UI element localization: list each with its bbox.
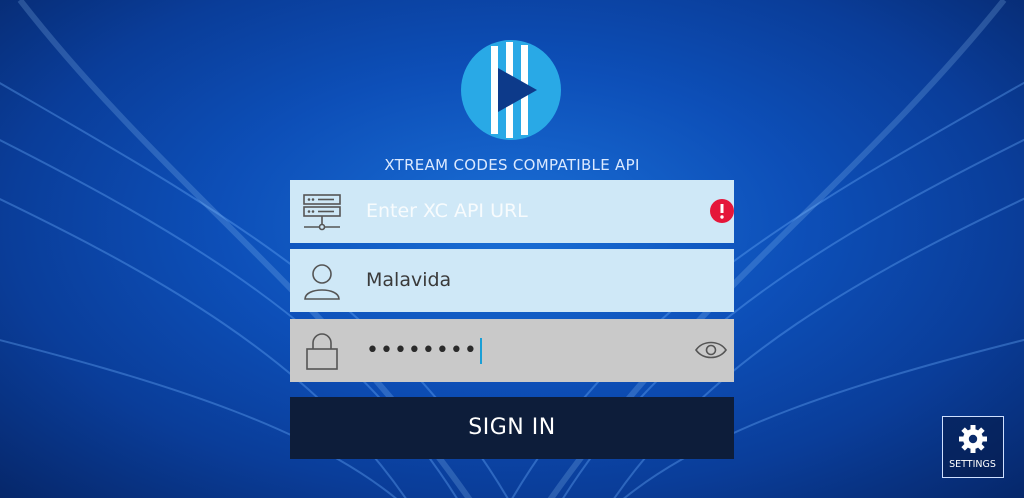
url-field[interactable]: Enter XC API URL bbox=[290, 180, 734, 243]
eye-icon[interactable] bbox=[695, 339, 727, 361]
gear-icon bbox=[959, 425, 987, 453]
settings-button[interactable]: SETTINGS bbox=[942, 416, 1004, 478]
username-input[interactable]: Malavida bbox=[366, 249, 451, 312]
password-field[interactable]: •••••••• bbox=[290, 319, 734, 382]
sign-in-button[interactable]: SIGN IN bbox=[290, 397, 734, 459]
user-icon bbox=[304, 264, 340, 300]
api-title: XTREAM CODES COMPATIBLE API bbox=[384, 156, 640, 174]
password-value: •••••••• bbox=[366, 338, 478, 363]
username-field[interactable]: Malavida bbox=[290, 249, 734, 312]
server-icon bbox=[303, 194, 341, 231]
text-caret bbox=[479, 338, 482, 364]
play-logo-icon bbox=[461, 40, 561, 140]
alert-icon bbox=[710, 199, 734, 223]
password-input[interactable]: •••••••• bbox=[366, 319, 482, 382]
settings-label: SETTINGS bbox=[949, 459, 996, 470]
url-input[interactable]: Enter XC API URL bbox=[366, 180, 528, 243]
lock-icon bbox=[306, 333, 338, 370]
